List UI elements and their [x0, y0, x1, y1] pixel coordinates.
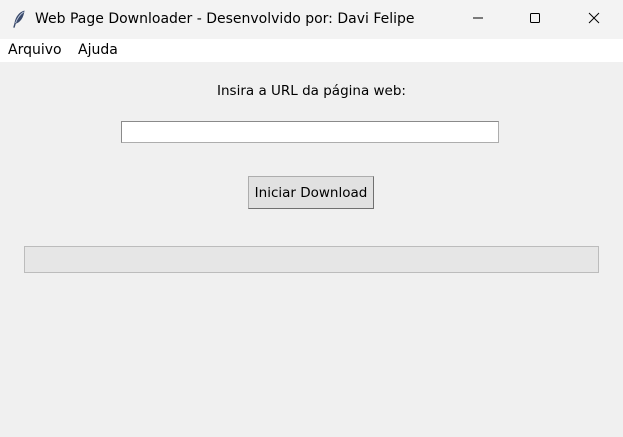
url-label: Insira a URL da página web:: [217, 83, 406, 99]
menu-arquivo[interactable]: Arquivo: [8, 42, 62, 59]
maximize-icon: [529, 12, 541, 28]
main-panel: Insira a URL da página web: Iniciar Down…: [0, 62, 623, 437]
title-bar[interactable]: Web Page Downloader - Desenvolvido por: …: [0, 0, 623, 39]
feather-icon: [10, 9, 28, 29]
app-window: Web Page Downloader - Desenvolvido por: …: [0, 0, 623, 437]
start-download-button[interactable]: Iniciar Download: [248, 176, 374, 209]
menu-ajuda[interactable]: Ajuda: [78, 42, 118, 59]
maximize-button[interactable]: [507, 0, 563, 39]
menu-bar: Arquivo Ajuda: [0, 39, 623, 62]
url-input[interactable]: [121, 121, 499, 143]
download-progress-bar: [24, 246, 599, 273]
close-icon: [588, 12, 600, 28]
minimize-icon: [472, 12, 484, 28]
minimize-button[interactable]: [450, 0, 506, 39]
close-button[interactable]: [566, 0, 622, 39]
window-title: Web Page Downloader - Desenvolvido por: …: [35, 11, 415, 27]
